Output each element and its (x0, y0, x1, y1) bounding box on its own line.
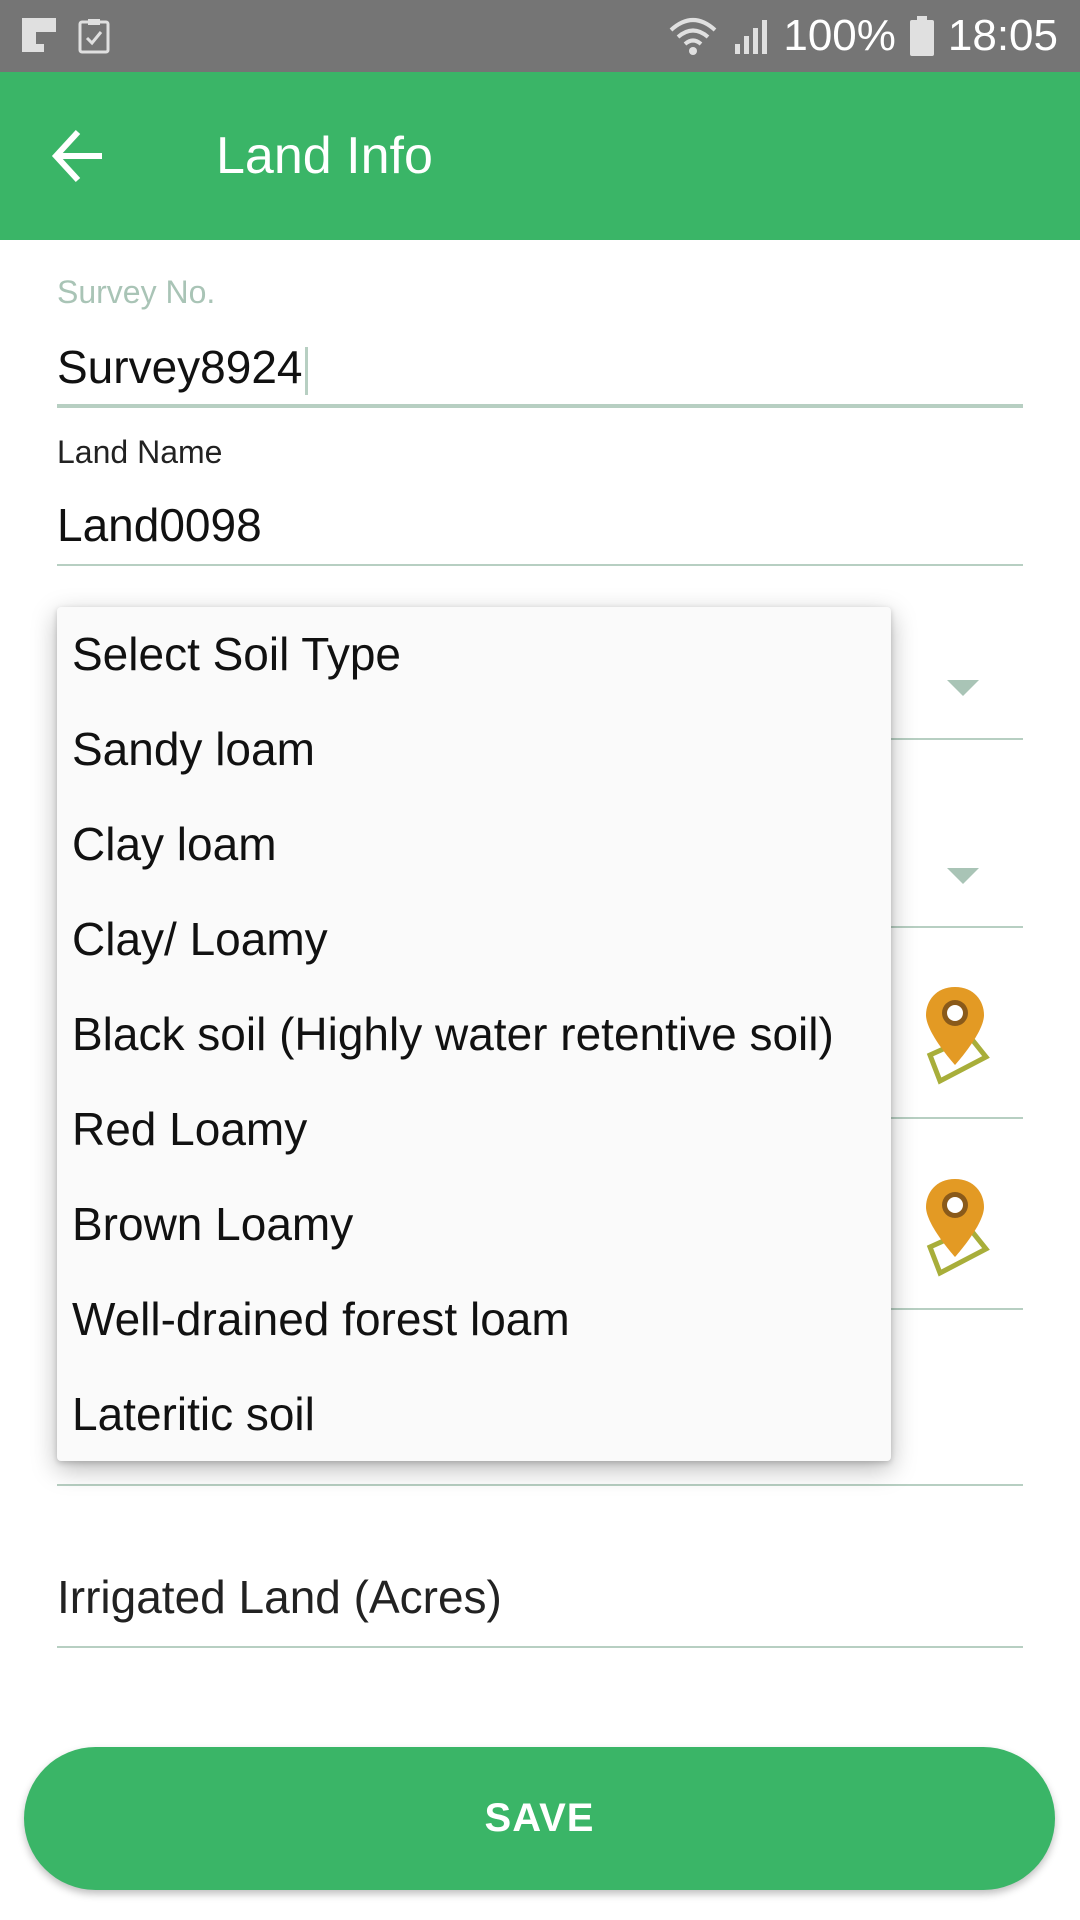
location-pin-icon-2[interactable] (920, 1177, 990, 1277)
dropdown-option[interactable]: Select Soil Type (57, 607, 891, 702)
battery-percent: 100% (783, 11, 896, 60)
second-dropdown-arrow-icon[interactable] (947, 868, 979, 884)
page-title: Land Info (216, 127, 433, 185)
dropdown-option[interactable]: Sandy loam (57, 702, 891, 797)
dropdown-option[interactable]: Red Loamy (57, 1082, 891, 1177)
back-button[interactable] (50, 122, 118, 190)
battery-icon (909, 16, 934, 56)
soil-type-dropdown-menu: Select Soil Type Sandy loam Clay loam Cl… (57, 607, 891, 1461)
irrigated-land-field[interactable]: Irrigated Land (Acres) (57, 1570, 1023, 1650)
flipboard-icon (22, 18, 56, 52)
land-name-label: Land Name (57, 434, 223, 470)
total-land-underline (57, 1484, 1023, 1486)
signal-icon (735, 20, 768, 54)
survey-no-label: Survey No. (57, 274, 216, 310)
dropdown-option[interactable]: Brown Loamy (57, 1177, 891, 1272)
dropdown-option[interactable]: Well-drained forest loam (57, 1272, 891, 1367)
status-bar: 100% 18:05 (0, 0, 1080, 72)
wifi-icon (669, 18, 717, 55)
arrow-left-icon (51, 129, 102, 183)
dropdown-option[interactable]: Clay loam (57, 797, 891, 892)
irrigated-land-input[interactable]: Irrigated Land (Acres) (57, 1570, 502, 1624)
survey-no-value: Survey8924 (57, 341, 303, 393)
clock: 18:05 (947, 11, 1058, 60)
survey-no-field[interactable]: Survey No. Survey8924 (57, 268, 1023, 410)
soil-type-dropdown-arrow-icon[interactable] (947, 680, 979, 696)
app-bar: Land Info (0, 72, 1080, 240)
dropdown-option[interactable]: Lateritic soil (57, 1367, 891, 1462)
location-pin-icon[interactable] (920, 985, 990, 1085)
status-left-icons (22, 18, 110, 54)
save-button[interactable]: SAVE (24, 1747, 1055, 1890)
land-name-field[interactable]: Land Name Land0098 (57, 428, 1023, 568)
dropdown-option[interactable]: Black soil (Highly water retentive soil) (57, 987, 891, 1082)
dropdown-option[interactable]: Clay/ Loamy (57, 892, 891, 987)
survey-no-underline (57, 404, 1023, 408)
survey-no-input[interactable]: Survey8924 (57, 340, 308, 395)
text-caret (304, 346, 308, 395)
clipboard-check-icon (78, 19, 110, 54)
status-right-icons: 100% 18:05 (667, 0, 1058, 72)
irrigated-land-underline (57, 1646, 1023, 1648)
land-name-input[interactable]: Land0098 (57, 498, 262, 552)
land-name-underline (57, 564, 1023, 566)
